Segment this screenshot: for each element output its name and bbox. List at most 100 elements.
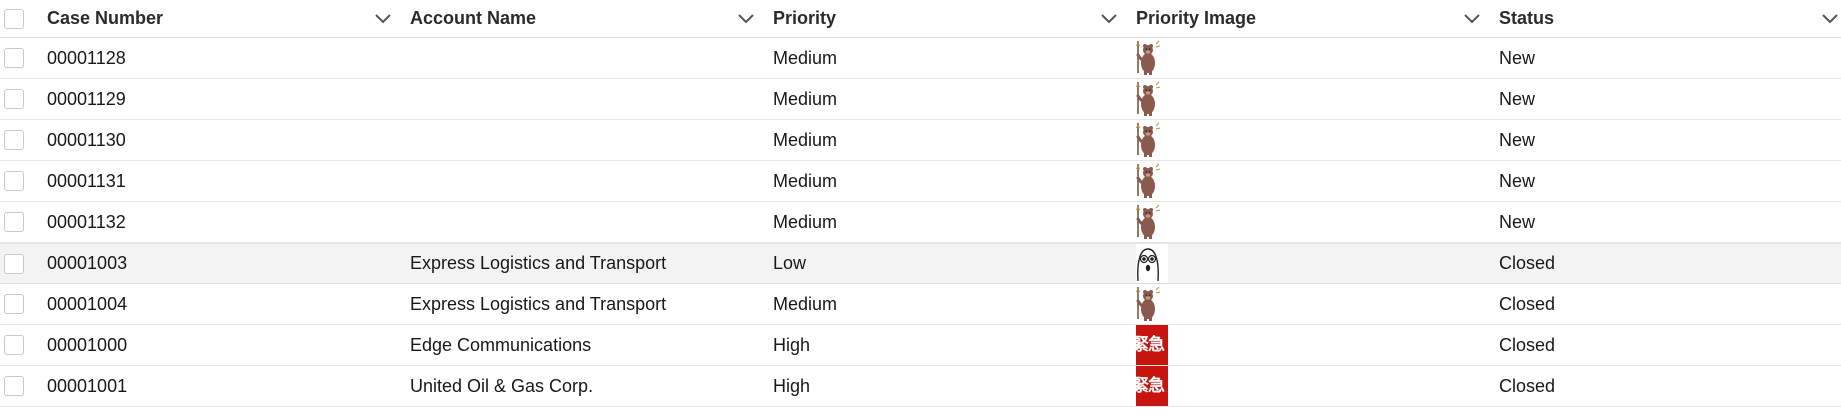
priority-value: Medium <box>773 47 838 68</box>
status-cell: Closed <box>1499 284 1841 324</box>
row-checkbox[interactable] <box>4 335 24 355</box>
table-row[interactable]: 00001001 United Oil & Gas Corp. High 緊急 Clos… <box>0 366 1841 407</box>
account-name-cell: Express Logistics and Transport <box>410 244 773 283</box>
table-row[interactable]: 00001132 Medium New <box>0 202 1841 243</box>
case-number[interactable]: 00001130 <box>47 130 126 151</box>
status-value: Closed <box>1499 375 1556 396</box>
priority-value: Medium <box>773 129 838 150</box>
status-cell: New <box>1499 202 1841 242</box>
surprised-face-icon <box>1136 244 1168 283</box>
priority-image-cell <box>1136 202 1499 242</box>
table-row[interactable]: 00001129 Medium New <box>0 79 1841 120</box>
case-number[interactable]: 00001003 <box>47 253 127 274</box>
table-row[interactable]: 00001130 Medium New <box>0 120 1841 161</box>
priority-value: High <box>773 375 811 396</box>
column-header-priority[interactable]: Priority <box>773 0 1136 37</box>
row-select-cell <box>0 38 47 78</box>
row-checkbox[interactable] <box>4 171 24 191</box>
status-value: New <box>1499 47 1536 68</box>
account-name-cell <box>410 38 773 78</box>
column-header-label: Account Name <box>410 8 537 28</box>
status-value: Closed <box>1499 253 1556 273</box>
priority-cell: Low <box>773 244 1136 283</box>
column-header-label: Priority <box>773 8 837 28</box>
row-checkbox[interactable] <box>4 376 24 396</box>
case-number[interactable]: 00001000 <box>47 335 127 356</box>
case-number-cell: 00001128 <box>47 38 410 78</box>
column-header-priority-image[interactable]: Priority Image <box>1136 0 1499 37</box>
case-number-cell: 00001001 <box>47 366 410 406</box>
account-name[interactable]: United Oil & Gas Corp. <box>410 376 593 397</box>
chevron-down-icon[interactable] <box>735 8 757 30</box>
priority-image-cell <box>1136 120 1499 160</box>
priority-image-cell <box>1136 161 1499 201</box>
column-header-label: Case Number <box>47 8 164 28</box>
priority-value: Medium <box>773 211 838 232</box>
chevron-down-icon[interactable] <box>372 8 394 30</box>
table-row[interactable]: 00001128 Medium New <box>0 38 1841 79</box>
status-value: New <box>1499 170 1536 191</box>
account-name-cell <box>410 161 773 201</box>
row-checkbox[interactable] <box>4 212 24 232</box>
column-header-account-name[interactable]: Account Name <box>410 0 773 37</box>
bear-flag-icon <box>1136 38 1168 78</box>
column-header-case-number[interactable]: Case Number <box>47 0 410 37</box>
chevron-down-icon[interactable] <box>1461 8 1483 30</box>
priority-cell: Medium <box>773 161 1136 201</box>
account-name[interactable]: Edge Communications <box>410 335 591 356</box>
case-number-cell: 00001130 <box>47 120 410 160</box>
bear-flag-icon <box>1136 79 1168 119</box>
table-row[interactable]: 00001131 Medium New <box>0 161 1841 202</box>
status-value: Closed <box>1499 334 1556 355</box>
row-select-cell <box>0 161 47 201</box>
status-cell: Closed <box>1499 366 1841 406</box>
account-name[interactable]: Express Logistics and Transport <box>410 253 666 274</box>
priority-value: Medium <box>773 170 838 191</box>
case-number[interactable]: 00001128 <box>47 48 126 69</box>
account-name-cell: Express Logistics and Transport <box>410 284 773 324</box>
select-all-checkbox[interactable] <box>4 8 24 29</box>
priority-image-cell <box>1136 284 1499 324</box>
priority-value: Medium <box>773 293 838 314</box>
bear-flag-icon <box>1136 202 1168 242</box>
row-select-cell <box>0 284 47 324</box>
account-name[interactable]: Express Logistics and Transport <box>410 294 666 315</box>
row-checkbox[interactable] <box>4 294 24 314</box>
account-name-cell: United Oil & Gas Corp. <box>410 366 773 406</box>
case-number[interactable]: 00001001 <box>47 376 127 397</box>
urgent-stamp-icon: 緊急 <box>1136 325 1168 365</box>
case-number[interactable]: 00001131 <box>47 171 126 192</box>
priority-cell: Medium <box>773 284 1136 324</box>
column-header-label: Priority Image <box>1136 8 1257 28</box>
status-value: New <box>1499 211 1536 232</box>
case-number[interactable]: 00001132 <box>47 212 126 233</box>
case-number[interactable]: 00001129 <box>47 89 126 110</box>
column-header-status[interactable]: Status <box>1499 0 1841 37</box>
account-name-cell <box>410 202 773 242</box>
status-cell: Closed <box>1499 244 1841 283</box>
priority-cell: Medium <box>773 79 1136 119</box>
case-number-cell: 00001004 <box>47 284 410 324</box>
row-checkbox[interactable] <box>4 48 24 68</box>
row-checkbox[interactable] <box>4 253 24 274</box>
case-number[interactable]: 00001004 <box>47 294 127 315</box>
table-row[interactable]: 00001003 Express Logistics and Transport L… <box>0 243 1841 284</box>
row-select-cell <box>0 325 47 365</box>
case-number-cell: 00001132 <box>47 202 410 242</box>
bear-flag-icon <box>1136 161 1168 201</box>
case-list-table: Case Number Account Name Priority Priori… <box>0 0 1841 407</box>
table-header-row: Case Number Account Name Priority Priori… <box>0 0 1841 38</box>
account-name-cell <box>410 79 773 119</box>
status-cell: Closed <box>1499 325 1841 365</box>
urgent-stamp-icon: 緊急 <box>1136 366 1168 406</box>
account-name-cell: Edge Communications <box>410 325 773 365</box>
row-checkbox[interactable] <box>4 130 24 150</box>
table-row[interactable]: 00001000 Edge Communications High 緊急 Closed <box>0 325 1841 366</box>
chevron-down-icon[interactable] <box>1098 8 1120 30</box>
table-body: 00001128 Medium New 00001129 Medium New 000011… <box>0 38 1841 407</box>
row-checkbox[interactable] <box>4 89 24 109</box>
chevron-down-icon[interactable] <box>1819 8 1841 30</box>
case-number-cell: 00001000 <box>47 325 410 365</box>
table-row[interactable]: 00001004 Express Logistics and Transport M… <box>0 284 1841 325</box>
bear-flag-icon <box>1136 284 1168 324</box>
